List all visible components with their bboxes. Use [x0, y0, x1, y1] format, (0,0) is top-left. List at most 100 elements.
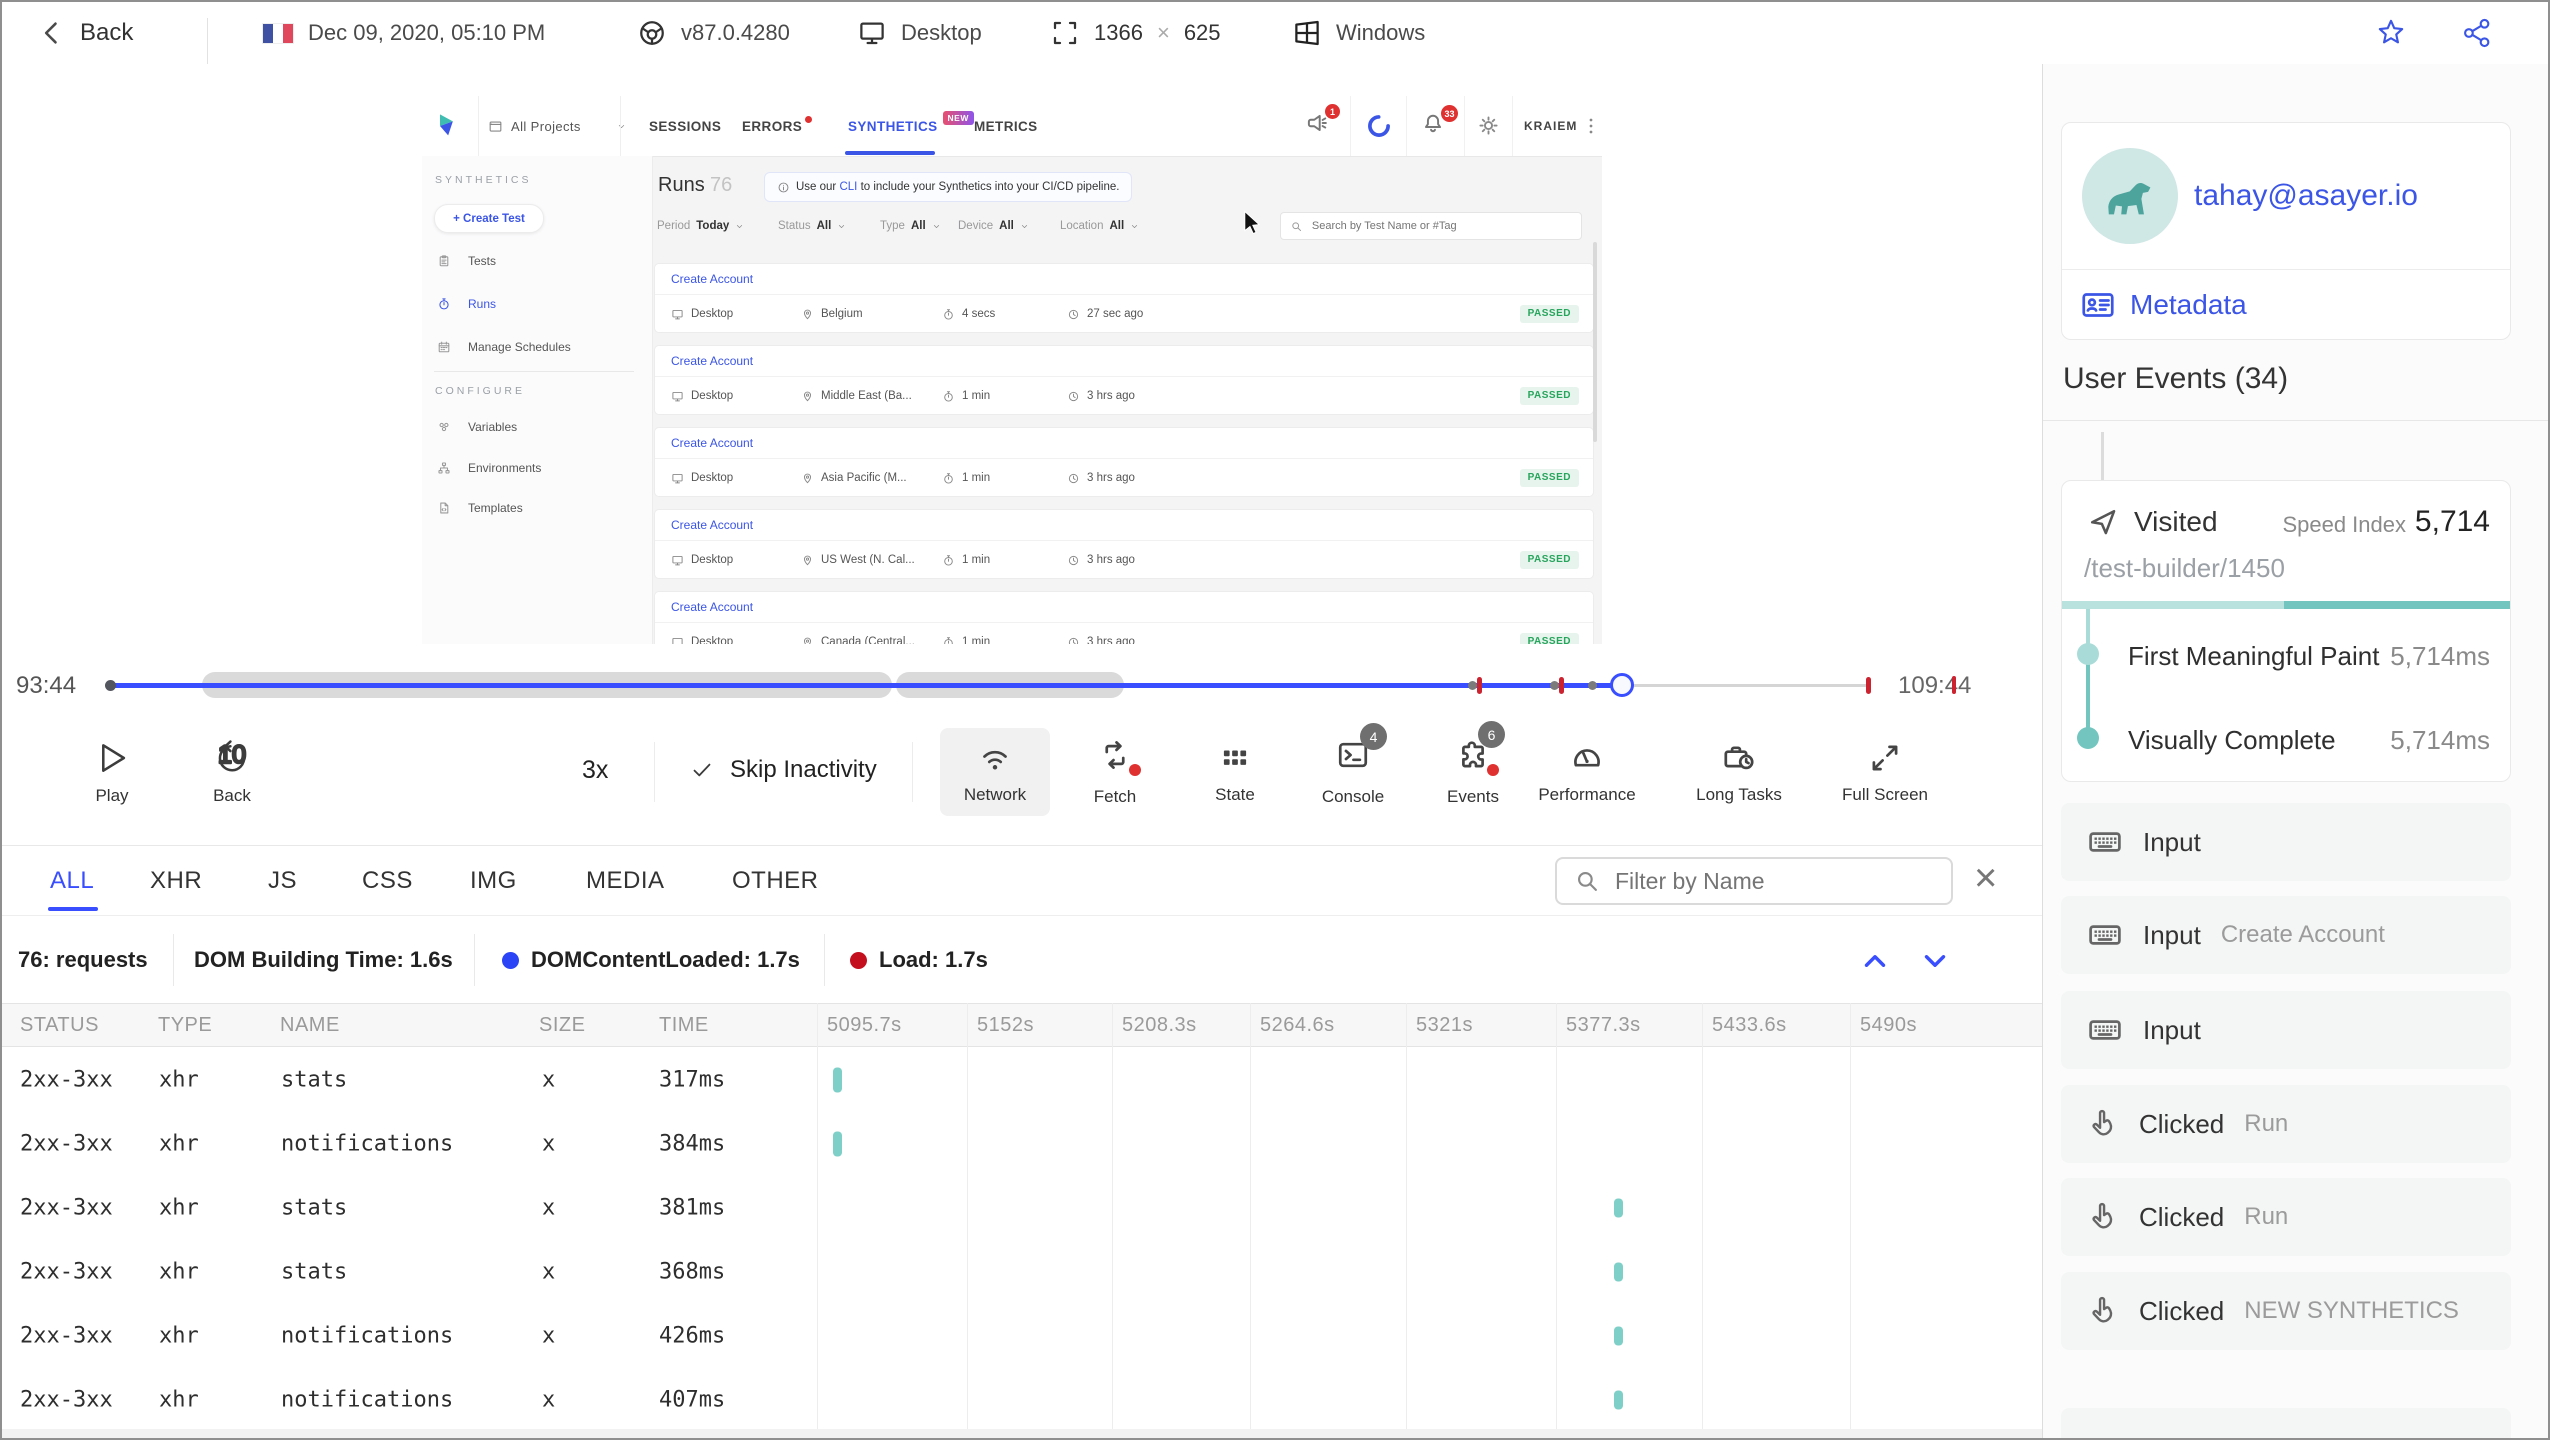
filter-device: Device All	[958, 220, 1029, 232]
event-partial[interactable]	[2061, 1408, 2511, 1438]
network-tab-img[interactable]: IMG	[470, 846, 517, 915]
panel-button-performance[interactable]: Performance	[1532, 728, 1642, 816]
timeline-progress	[110, 683, 1622, 688]
event-input[interactable]: Input	[2061, 803, 2511, 881]
replayed-app-screenshot: All Projects SESSIONS ERRORS SYNTHETICS …	[422, 96, 1602, 644]
network-tab-all[interactable]: ALL	[50, 846, 94, 915]
announcements-badge: 1	[1325, 104, 1340, 119]
panel-button-state[interactable]: State	[1180, 728, 1290, 816]
col-t6: 5433.6s	[1712, 1014, 1787, 1036]
run-card: Create Account Desktop US West (N. Cal..…	[655, 510, 1593, 578]
dom-building-time: DOM Building Time: 1.6s	[194, 947, 453, 972]
card-divider	[2062, 269, 2510, 270]
visited-url: /test-builder/1450	[2084, 553, 2285, 583]
network-request-row[interactable]: 2xx-3xx xhr notifications x 384ms	[2, 1115, 2042, 1173]
back-10s-button[interactable]: Back	[177, 728, 287, 816]
play-button[interactable]: Play	[57, 728, 167, 816]
timer-icon	[942, 390, 955, 403]
visited-event-card[interactable]: Visited Speed Index 5,714 /test-builder/…	[2061, 480, 2511, 782]
chevron-left-icon	[38, 19, 66, 47]
section-divider	[2043, 420, 2548, 421]
network-filter-input[interactable]	[1613, 866, 1917, 896]
chevron-down-icon	[1130, 222, 1139, 231]
network-request-row[interactable]: 2xx-3xx xhr stats x 381ms	[2, 1179, 2042, 1237]
user-email-link[interactable]: tahay@asayer.io	[2194, 179, 2418, 213]
app-tab-sessions: SESSIONS	[649, 118, 722, 134]
panel-button-fetch[interactable]: Fetch	[1060, 728, 1170, 816]
metadata-button[interactable]: Metadata	[2080, 287, 2247, 323]
col-t3: 5264.6s	[1260, 1014, 1335, 1036]
status-badge: PASSED	[1519, 387, 1579, 405]
timing-bar	[1614, 1198, 1623, 1218]
playhead[interactable]	[1610, 673, 1634, 697]
os-label: Windows	[1336, 20, 1426, 45]
user-card: tahay@asayer.io Metadata	[2061, 122, 2511, 340]
speed-bar	[2062, 601, 2510, 609]
network-tab-css[interactable]: CSS	[362, 846, 413, 915]
horizontal-scrollbar[interactable]	[2, 1429, 2042, 1438]
network-request-row[interactable]: 2xx-3xx xhr stats x 317ms	[2, 1051, 2042, 1109]
panel-button-network[interactable]: Network	[940, 728, 1050, 816]
playback-timeline[interactable]: 93:44 109:44	[2, 650, 2042, 720]
timer-icon	[437, 297, 451, 311]
network-request-row[interactable]: 2xx-3xx xhr stats x 368ms	[2, 1243, 2042, 1301]
run-card: Create Account Desktop Belgium 4 secs 27…	[655, 264, 1593, 332]
notifications-badge: 33	[1441, 105, 1458, 122]
pin-icon	[801, 554, 814, 567]
monitor-icon	[671, 636, 684, 645]
search-icon	[1290, 220, 1303, 233]
network-tab-xhr[interactable]: XHR	[150, 846, 202, 915]
resolution-height: 625	[1183, 20, 1221, 45]
tree-icon	[437, 461, 451, 475]
fullscreen-button[interactable]: Full Screen	[1830, 728, 1940, 816]
run-title-link: Create Account	[671, 600, 754, 614]
skip-inactivity-toggle[interactable]: Skip Inactivity	[690, 756, 877, 784]
pin-icon	[801, 390, 814, 403]
network-tab-media[interactable]: MEDIA	[586, 846, 665, 915]
cli-link: CLI	[839, 181, 858, 193]
network-tab-other[interactable]: OTHER	[732, 846, 819, 915]
event-input[interactable]: Input Create Account	[2061, 896, 2511, 974]
timer-icon	[942, 308, 955, 321]
jump-prev-button[interactable]	[1858, 944, 1892, 983]
os-info: Windows	[1292, 2, 1425, 64]
timing-bar	[1614, 1390, 1623, 1410]
session-date-label: Dec 09, 2020, 05:10 PM	[308, 20, 546, 45]
browser-version-label: v87.0.4280	[681, 20, 790, 45]
close-panel-button[interactable]: ×	[1974, 854, 1997, 902]
project-selector: All Projects	[488, 96, 626, 156]
timing-bar	[833, 1131, 842, 1157]
network-request-row[interactable]: 2xx-3xx xhr notifications x 426ms	[2, 1307, 2042, 1365]
timeline-start-dot	[105, 680, 116, 691]
alert-dot	[1129, 764, 1141, 776]
jump-next-button[interactable]	[1918, 944, 1952, 983]
event-clicked[interactable]: Clicked Run	[2061, 1178, 2511, 1256]
favorite-button[interactable]	[2374, 2, 2408, 64]
network-filter-box[interactable]	[1555, 857, 1953, 905]
chevron-down-icon	[735, 222, 744, 231]
network-tab-js[interactable]: JS	[268, 846, 297, 915]
user-events-title: User Events (34)	[2063, 362, 2289, 395]
chevron-down-icon	[837, 222, 846, 231]
app-scrollbar	[1593, 242, 1597, 442]
event-clicked[interactable]: Clicked Run	[2061, 1085, 2511, 1163]
share-button[interactable]	[2460, 2, 2494, 64]
panel-button-long-tasks[interactable]: Long Tasks	[1684, 728, 1794, 816]
panel-button-events[interactable]: 6 Events	[1418, 721, 1528, 816]
col-name: NAME	[280, 1014, 340, 1036]
event-clicked[interactable]: Clicked NEW SYNTHETICS	[2061, 1272, 2511, 1350]
panel-button-console[interactable]: 4 Console	[1298, 723, 1408, 816]
file-icon	[437, 501, 451, 515]
event-input[interactable]: Input	[2061, 991, 2511, 1069]
speed-toggle[interactable]: 3x	[582, 756, 608, 785]
browser-icon	[637, 18, 667, 48]
filter-location: Location All	[1060, 220, 1139, 232]
announcements-button: 1	[1304, 104, 1340, 142]
col-t1: 5152s	[977, 1014, 1034, 1036]
filter-type: Type All	[880, 220, 941, 232]
back-button[interactable]: Back	[38, 2, 133, 64]
network-request-row[interactable]: 2xx-3xx xhr notifications x 407ms	[2, 1371, 2042, 1429]
calendar-icon	[437, 340, 451, 354]
session-date: Dec 09, 2020, 05:10 PM	[262, 2, 545, 64]
id-card-icon	[2080, 287, 2116, 323]
